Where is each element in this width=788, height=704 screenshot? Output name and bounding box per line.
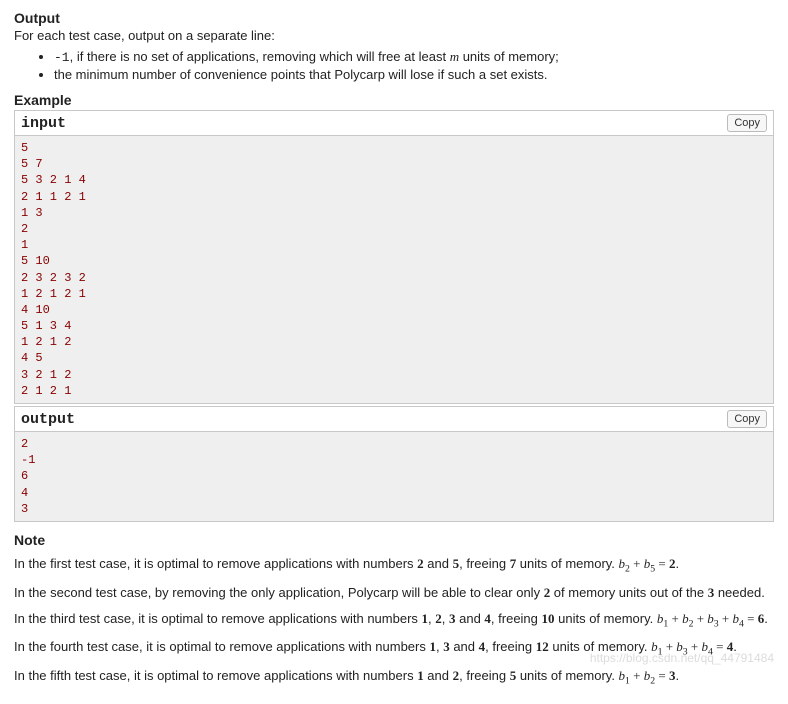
note-p1-mid2: , freeing <box>459 556 510 571</box>
example-input-body: 5 5 7 5 3 2 1 4 2 1 1 2 1 1 3 2 1 5 10 2… <box>15 136 773 403</box>
note-p2-mid: of memory units out of the <box>550 585 708 600</box>
output-heading: Output <box>14 10 774 26</box>
output-bullet-1-suffix: units of memory; <box>459 49 559 64</box>
note-p4-eq: b1 + b3 + b4 = 4 <box>651 639 733 654</box>
input-title: input <box>21 115 66 132</box>
note-p3-pre: In the third test case, it is optimal to… <box>14 611 422 626</box>
example-output-header: output Copy <box>15 407 773 432</box>
note-p1-pre: In the first test case, it is optimal to… <box>14 556 417 571</box>
example-output-body: 2 -1 6 4 3 <box>15 432 773 521</box>
note-p3: In the third test case, it is optimal to… <box>14 611 774 630</box>
note-p4-pre: In the fourth test case, it is optimal t… <box>14 639 429 654</box>
note-p1-mid1: and <box>424 556 453 571</box>
var-m: m <box>450 49 459 64</box>
code-minus-one: -1 <box>54 50 70 65</box>
output-bullet-2: the minimum number of convenience points… <box>54 67 774 82</box>
example-heading: Example <box>14 92 774 108</box>
copy-input-button[interactable]: Copy <box>727 114 767 132</box>
copy-output-button[interactable]: Copy <box>727 410 767 428</box>
note-p2-pre: In the second test case, by removing the… <box>14 585 544 600</box>
output-title: output <box>21 411 75 428</box>
note-p4: In the fourth test case, it is optimal t… <box>14 639 774 658</box>
example-input-header: input Copy <box>15 111 773 136</box>
note-p3-eq: b1 + b2 + b3 + b4 = 6 <box>657 611 764 626</box>
note-p5-pre: In the fifth test case, it is optimal to… <box>14 668 417 683</box>
note-p1: In the first test case, it is optimal to… <box>14 556 774 575</box>
output-bullet-1-text: , if there is no set of applications, re… <box>70 49 450 64</box>
note-p1-dot: . <box>675 556 679 571</box>
note-p1-post: units of memory. <box>516 556 618 571</box>
output-bullet-list: -1, if there is no set of applications, … <box>14 49 774 82</box>
note-p2: In the second test case, by removing the… <box>14 585 774 601</box>
note-p2-post: needed. <box>714 585 765 600</box>
example-output-box: output Copy 2 -1 6 4 3 <box>14 406 774 522</box>
output-bullet-1: -1, if there is no set of applications, … <box>54 49 774 65</box>
note-heading: Note <box>14 532 774 548</box>
example-input-box: input Copy 5 5 7 5 3 2 1 4 2 1 1 2 1 1 3… <box>14 110 774 404</box>
note-p1-eq: b2 + b5 = 2 <box>619 556 676 571</box>
output-intro: For each test case, output on a separate… <box>14 28 774 43</box>
note-p5-eq: b1 + b2 = 3 <box>619 668 676 683</box>
